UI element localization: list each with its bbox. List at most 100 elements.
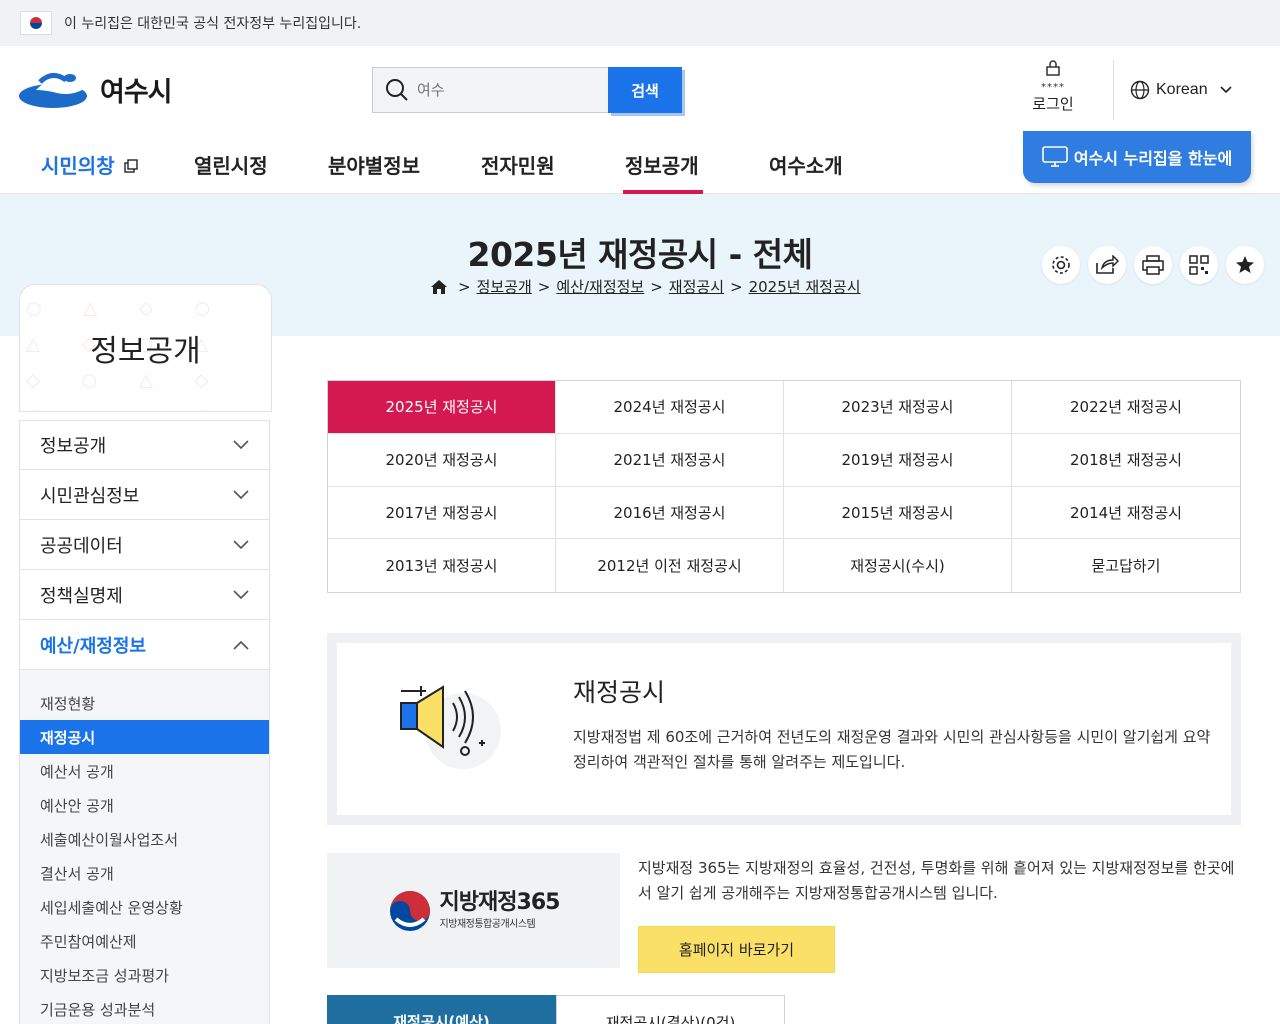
intro-title: 재정공시 [573,678,666,707]
lnb-sub-item[interactable]: 세출예산이월사업조서 [20,822,269,856]
year-tab[interactable]: 2017년 재정공시 [328,486,556,540]
lofin365-description: 지방재정 365는 지방재정의 효율성, 건전성, 투명화를 위해 흩어져 있는… [638,859,1235,902]
lnb-item-label: 공공데이터 [40,535,123,557]
bookmark-button[interactable] [1226,246,1264,284]
lnb-sub-item[interactable]: 지방보조금 성과평가 [20,958,269,992]
gnb-item-about-yeosu[interactable]: 여수소개 [769,150,843,179]
login-button[interactable]: **** 로그인 [1022,60,1084,114]
qr-code-icon [1189,255,1209,275]
language-label: Korean [1156,81,1208,98]
year-tab[interactable]: 2021년 재정공시 [556,433,784,487]
year-tab[interactable]: 재정공시(수시) [784,539,1012,592]
tab-budget-disclosure[interactable]: 재정공시(예산) [327,995,556,1024]
year-tab[interactable]: 2014년 재정공시 [1012,486,1240,540]
search-icon [386,79,408,101]
lnb-sub-item[interactable]: 결산서 공개 [20,856,269,890]
lnb-item-label: 시민관심정보 [40,485,140,507]
qna-tab[interactable]: 묻고답하기 [1012,539,1240,592]
quick-button-label: 여수시 누리집을 한눈에 [1073,149,1233,168]
year-tab[interactable]: 2013년 재정공시 [328,539,556,592]
lnb-item-info-disclosure[interactable]: 정보공개 [19,420,270,470]
korea-flag-icon [20,11,52,35]
lnb-sub-item-active[interactable]: 재정공시 [20,720,269,754]
lnb-sub-item[interactable]: 예산안 공개 [20,788,269,822]
chevron-down-icon [1220,86,1232,94]
lofin365-subtitle: 지방재정통합공개시스템 [439,919,536,930]
site-header: 여수시 검색 **** 로그인 Korean [0,46,1280,134]
breadcrumb-item[interactable]: 재정공시 [669,276,724,297]
year-tab-active[interactable]: 2025년 재정공시 [328,381,556,434]
star-icon [1236,256,1254,273]
breadcrumb-item[interactable]: 2025년 재정공시 [749,276,861,297]
header-divider [1113,60,1114,120]
language-selector[interactable]: Korean [1130,80,1232,100]
lnb-submenu: 재정현황 재정공시 예산서 공개 예산안 공개 세출예산이월사업조서 결산서 공… [19,670,270,1024]
left-navigation: 정보공개 시민관심정보 공공데이터 정책실명제 예산/재정정보 재정현황 재정공… [19,420,270,1024]
lnb-item-public-data[interactable]: 공공데이터 [19,520,270,570]
breadcrumb-separator: > [730,277,743,296]
gov-banner: 이 누리집은 대한민국 공식 전자정부 누리집입니다. [0,0,1280,46]
print-button[interactable] [1134,246,1172,284]
lnb-sub-item[interactable]: 세입세출예산 운영상황 [20,890,269,924]
lnb-item-citizen-interest[interactable]: 시민관심정보 [19,470,270,520]
chevron-up-icon [233,640,249,650]
year-tab[interactable]: 2015년 재정공시 [784,486,1012,540]
lnb-item-budget-finance[interactable]: 예산/재정정보 [19,620,270,670]
gnb-item-citizen[interactable]: 시민의창 [41,150,138,179]
sitemap-quick-button[interactable]: 여수시 누리집을 한눈에 [1023,131,1251,183]
share-icon [1096,255,1119,274]
lnb-sub-item[interactable]: 예산서 공개 [20,754,269,788]
login-stars: **** [1041,82,1065,93]
page-tools [1042,246,1264,284]
taegeuk-logo-icon [389,890,430,931]
year-tab[interactable]: 2023년 재정공시 [784,381,1012,434]
home-icon[interactable] [430,279,448,295]
breadcrumb: > 정보공개 > 예산/재정정보 > 재정공시 > 2025년 재정공시 [430,276,861,297]
gnb-item-info-disclosure[interactable]: 정보공개 [623,150,703,194]
year-tab[interactable]: 2016년 재정공시 [556,486,784,540]
lnb-title-box: ○ △ ◇ ○ △ ◇ ○ △ ◇ ○ △ ◇ ○ △ ◇ ○ △ ◇ 정보공개 [19,284,272,412]
lock-icon [1046,60,1060,76]
lnb-sub-item[interactable]: 재정현황 [20,686,269,720]
gov-banner-text: 이 누리집은 대한민국 공식 전자정부 누리집입니다. [64,16,362,32]
yeosu-logo-mark-icon [19,73,88,108]
lnb-item-label: 정책실명제 [40,585,123,607]
year-tab[interactable]: 2024년 재정공시 [556,381,784,434]
settings-button[interactable] [1042,246,1080,284]
lnb-item-policy-real-name[interactable]: 정책실명제 [19,570,270,620]
year-tab[interactable]: 2020년 재정공시 [328,433,556,487]
gnb-item-field-info[interactable]: 분야별정보 [328,150,420,179]
lnb-sub-item[interactable]: 주민참여예산제 [20,924,269,958]
share-button[interactable] [1088,246,1126,284]
yeosu-logo[interactable]: 여수시 [18,68,173,110]
breadcrumb-separator: > [458,277,471,296]
year-tab[interactable]: 2019년 재정공시 [784,433,1012,487]
lnb-item-label: 정보공개 [40,436,107,457]
search-button[interactable]: 검색 [608,67,682,113]
breadcrumb-item[interactable]: 예산/재정정보 [556,276,644,297]
chevron-down-icon [233,489,249,499]
login-label: 로그인 [1032,95,1074,113]
homepage-shortcut-button[interactable]: 홈페이지 바로가기 [638,926,835,973]
search-box [372,67,608,113]
tab-settlement-disclosure[interactable]: 재정공시(결산)(0건) [556,995,785,1024]
logo-text: 여수시 [100,76,173,108]
lofin365-name: 지방재정365 [439,890,561,915]
year-tab[interactable]: 2012년 이전 재정공시 [556,539,784,592]
year-tab[interactable]: 2018년 재정공시 [1012,433,1240,487]
intro-description: 지방재정법 제 60조에 근거하여 전년도의 재정운영 결과와 시민의 관심사항… [573,728,1211,771]
qr-button[interactable] [1180,246,1218,284]
gnb-item-e-civil[interactable]: 전자민원 [481,150,555,179]
lnb-sub-item[interactable]: 기금운용 성과분석 [20,992,269,1024]
breadcrumb-item[interactable]: 정보공개 [477,276,532,297]
chevron-down-icon [233,539,249,549]
gear-icon [1052,256,1070,274]
lofin365-logo: 지방재정365 지방재정통합공개시스템 [388,889,560,933]
lofin365-banner[interactable]: 지방재정365 지방재정통합공개시스템 [327,853,620,968]
breadcrumb-separator: > [537,277,551,296]
gnb-item-open-admin[interactable]: 열린시정 [194,150,268,179]
chevron-down-icon [233,589,249,599]
year-tab[interactable]: 2022년 재정공시 [1012,381,1240,434]
search-input[interactable] [417,81,587,99]
new-window-icon [123,159,138,173]
